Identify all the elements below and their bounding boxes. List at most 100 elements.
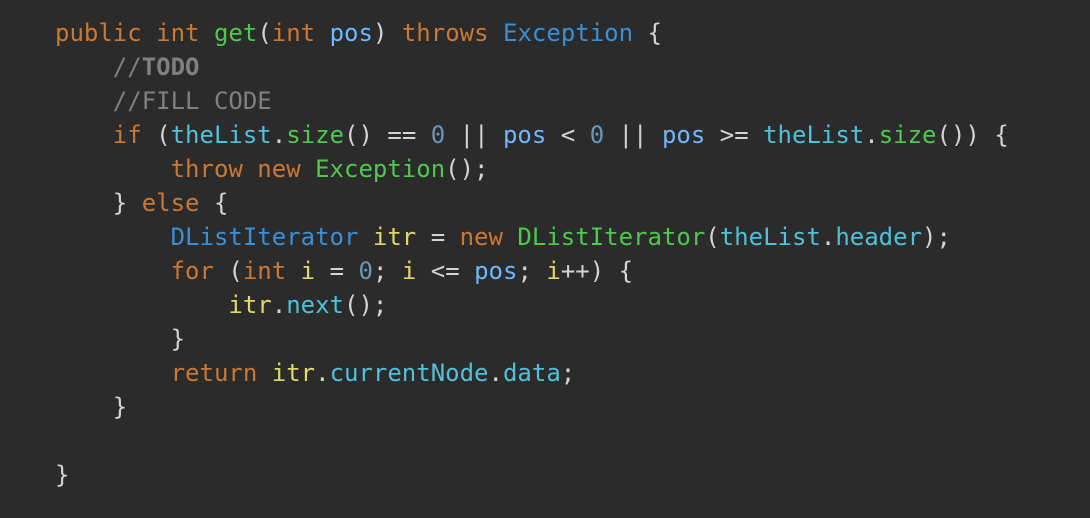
code-token-plain: ()) { xyxy=(936,121,1009,149)
code-token-plain: . xyxy=(315,359,330,387)
code-token-plain: { xyxy=(199,189,229,217)
code-line[interactable] xyxy=(55,424,1009,458)
code-token-plain: ( xyxy=(141,121,171,149)
code-line[interactable]: itr.next(); xyxy=(55,288,1009,322)
code-token-keyword: int xyxy=(242,257,287,285)
code-line[interactable]: } else { xyxy=(55,186,1009,220)
code-token-keyword: throws xyxy=(401,19,489,47)
code-token-keyword: throw xyxy=(170,155,243,183)
code-token-plain: (); xyxy=(445,155,489,183)
code-token-plain: ( xyxy=(705,223,720,251)
code-token-plain: >= xyxy=(705,121,764,149)
code-token-plain: ++) { xyxy=(560,257,634,285)
code-line[interactable]: DListIterator itr = new DListIterator(th… xyxy=(55,220,1009,254)
code-token-method: DListIterator xyxy=(517,223,706,251)
code-token-plain: || xyxy=(604,121,662,149)
code-token-plain: } xyxy=(112,189,142,217)
code-token-field: theList xyxy=(170,121,272,149)
code-token-number: 0 xyxy=(589,121,605,149)
code-editor[interactable]: public int get(int pos) throws Exception… xyxy=(0,0,1090,518)
code-line[interactable]: } xyxy=(55,322,1009,356)
code-token-local-var: itr xyxy=(228,291,272,319)
code-token-field: theList xyxy=(719,223,821,251)
code-token-local-var: itr xyxy=(372,223,417,251)
code-token-plain: || xyxy=(445,121,503,149)
code-line[interactable]: return itr.currentNode.data; xyxy=(55,356,1009,390)
code-line[interactable]: public int get(int pos) throws Exception… xyxy=(55,16,1009,50)
code-token-plain: ; xyxy=(560,359,576,387)
code-line[interactable]: //FILL CODE xyxy=(55,84,1009,118)
code-token-keyword: if xyxy=(112,121,142,149)
code-token-method: get xyxy=(213,19,258,47)
code-token-keyword: int xyxy=(156,19,200,47)
code-token-local-var: i xyxy=(401,257,417,285)
code-token-plain: = xyxy=(416,223,460,251)
code-token-plain: ; xyxy=(372,257,402,285)
code-token-plain: ) xyxy=(372,19,402,47)
code-token-keyword: new xyxy=(257,155,301,183)
code-token-field: header xyxy=(835,223,923,251)
code-token-keyword: public xyxy=(55,19,142,47)
code-token-keyword: return xyxy=(170,359,258,387)
code-token-plain: ( xyxy=(213,257,243,285)
code-token-plain: } xyxy=(170,325,186,353)
code-token-variable: pos xyxy=(329,19,373,47)
code-token-field: theList xyxy=(763,121,865,149)
code-token-local-var: i xyxy=(300,257,316,285)
code-line[interactable]: //TODO xyxy=(55,50,1009,84)
code-token-number: 0 xyxy=(358,257,373,285)
code-block[interactable]: public int get(int pos) throws Exception… xyxy=(55,16,1009,492)
code-token-keyword: for xyxy=(170,257,214,285)
code-token-plain: . xyxy=(820,223,836,251)
code-token-plain: . xyxy=(271,291,287,319)
code-token-comment: // xyxy=(112,53,142,81)
code-token-plain: ( xyxy=(257,19,272,47)
code-token-class-name: Exception xyxy=(503,19,634,47)
code-token-keyword: else xyxy=(141,189,200,217)
code-token-local-var: itr xyxy=(271,359,316,387)
code-token-variable: pos xyxy=(502,121,547,149)
code-token-plain: } xyxy=(55,461,70,489)
code-token-plain: ; xyxy=(517,257,547,285)
code-token-field: data xyxy=(502,359,561,387)
code-line[interactable]: } xyxy=(55,390,1009,424)
code-token-local-var: i xyxy=(546,257,561,285)
code-token-plain: () == xyxy=(344,121,431,149)
code-token-plain: . xyxy=(488,359,503,387)
code-token-field: next xyxy=(286,291,344,319)
code-token-plain: (); xyxy=(344,291,388,319)
code-line[interactable]: } xyxy=(55,458,1009,492)
code-line[interactable]: if (theList.size() == 0 || pos < 0 || po… xyxy=(55,118,1009,152)
code-token-method: size xyxy=(286,121,345,149)
code-token-plain: ); xyxy=(922,223,951,251)
code-line[interactable]: for (int i = 0; i <= pos; i++) { xyxy=(55,254,1009,288)
code-token-plain: { xyxy=(633,19,662,47)
code-token-plain: <= xyxy=(416,257,475,285)
code-token-plain: = xyxy=(315,257,359,285)
code-line[interactable]: throw new Exception(); xyxy=(55,152,1009,186)
code-token-method: Exception xyxy=(315,155,446,183)
code-token-comment: //FILL CODE xyxy=(112,87,272,115)
code-token-keyword: int xyxy=(271,19,316,47)
code-token-plain: . xyxy=(864,121,879,149)
code-token-number: 0 xyxy=(430,121,446,149)
